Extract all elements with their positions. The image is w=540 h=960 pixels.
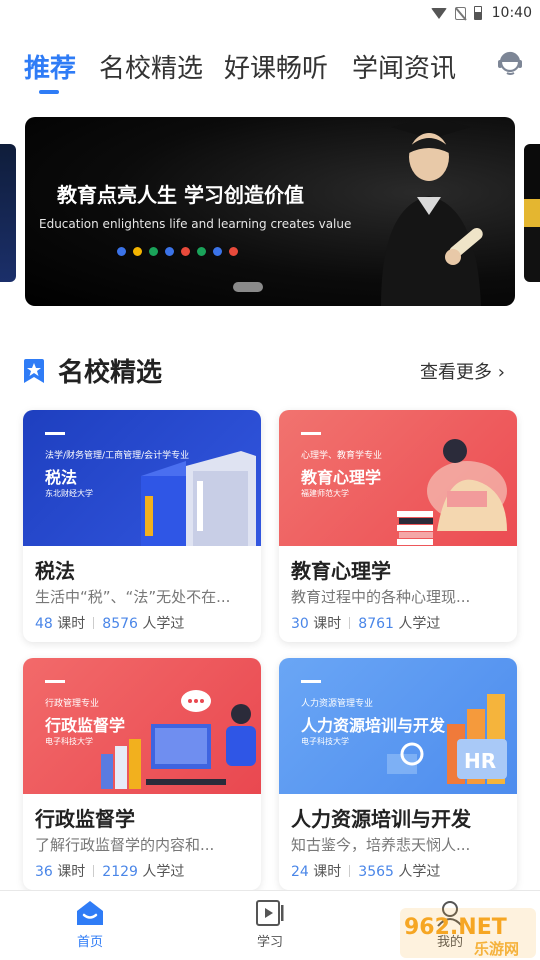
nav-home[interactable]: 首页	[50, 899, 130, 950]
battery-icon	[473, 6, 482, 20]
tab-recommend[interactable]: 推荐	[24, 48, 76, 85]
books-illustration	[141, 451, 256, 546]
logo-dot	[197, 247, 206, 256]
learner-unit: 人学过	[398, 864, 441, 880]
cover-title: 教育心理学	[301, 468, 382, 487]
logo-dot	[213, 247, 222, 256]
office-worker-illustration	[101, 690, 256, 789]
course-title: 教育心理学	[291, 559, 391, 583]
cover-accent-bar	[301, 432, 321, 435]
graduate-photo	[381, 117, 483, 306]
course-cover: 人力资源管理专业 人力资源培训与开发 电子科技大学 HR	[279, 658, 517, 794]
tab-famous-schools[interactable]: 名校精选	[99, 48, 203, 85]
course-stats: 36 课时 2129 人学过	[35, 861, 184, 881]
course-cover: 心理学、教育学专业 教育心理学 福建师范大学	[279, 410, 517, 546]
learner-count: 3565	[358, 864, 394, 880]
cover-accent-bar	[301, 680, 321, 683]
course-grid: 法学/财务管理/工商管理/会计学专业 税法 东北财经大学 税法 生活中“税”、“…	[0, 404, 540, 890]
lesson-count: 48	[35, 616, 53, 632]
nav-study[interactable]: 学习	[230, 899, 310, 950]
nav-study-label: 学习	[256, 935, 283, 950]
site-watermark: 962.NET 乐游网	[400, 908, 536, 958]
learner-count: 8576	[102, 616, 138, 632]
lesson-unit: 课时	[57, 616, 86, 632]
cover-school: 福建师范大学	[301, 489, 349, 498]
next-banner-peek[interactable]	[524, 144, 540, 282]
logo-dot	[149, 247, 158, 256]
status-time: 10:40	[491, 5, 532, 21]
famous-schools-section-header: 名校精选 查看更多 ›	[0, 324, 540, 404]
logo-dot	[165, 247, 174, 256]
course-card[interactable]: 法学/财务管理/工商管理/会计学专业 税法 东北财经大学 税法 生活中“税”、“…	[23, 410, 261, 642]
user-headset-icon[interactable]	[495, 48, 525, 78]
prev-banner-peek[interactable]	[0, 144, 16, 282]
watermark-main: 962.NET	[404, 915, 507, 940]
status-bar: 10:40	[0, 0, 540, 26]
top-nav: 推荐 名校精选 好课畅听 学闻资讯	[0, 26, 540, 108]
course-card[interactable]: 心理学、教育学专业 教育心理学 福建师范大学 教育心理学 教育过程中的各种心理现…	[279, 410, 517, 642]
cover-school: 电子科技大学	[45, 737, 93, 746]
bookmark-star-icon	[24, 359, 44, 383]
cover-school: 东北财经大学	[45, 489, 93, 498]
course-stats: 24 课时 3565 人学过	[291, 861, 440, 881]
lesson-count: 30	[291, 616, 309, 632]
tab-news[interactable]: 学闻资讯	[352, 48, 456, 85]
logo-dot	[133, 247, 142, 256]
tab-good-courses[interactable]: 好课畅听	[224, 48, 328, 85]
hr-blocks-illustration: HR	[387, 694, 507, 784]
logo-dot	[229, 247, 238, 256]
course-cover: 行政管理专业 行政监督学 电子科技大学	[23, 658, 261, 794]
home-icon	[77, 901, 103, 925]
course-cover: 法学/财务管理/工商管理/会计学专业 税法 东北财经大学	[23, 410, 261, 546]
cover-school: 电子科技大学	[301, 737, 349, 746]
course-description: 生活中“税”、“法”无处不在...	[35, 588, 231, 606]
lesson-unit: 课时	[57, 864, 86, 880]
learner-count: 8761	[358, 616, 394, 632]
no-sim-icon	[454, 6, 466, 20]
lesson-unit: 课时	[313, 616, 342, 632]
view-more-link[interactable]: 查看更多 ›	[420, 358, 505, 384]
video-play-icon	[256, 900, 284, 926]
course-stats: 30 课时 8761 人学过	[291, 613, 440, 633]
active-tab-indicator	[39, 90, 59, 94]
nav-home-label: 首页	[76, 935, 103, 950]
wifi-icon	[430, 7, 447, 19]
learner-unit: 人学过	[142, 864, 185, 880]
lesson-count: 36	[35, 864, 53, 880]
learner-count: 2129	[102, 864, 138, 880]
banner-subtitle: Education enlightens life and learning c…	[39, 217, 352, 231]
course-description: 教育过程中的各种心理现...	[291, 588, 471, 606]
logo-dot	[117, 247, 126, 256]
banner-logo-dots	[117, 247, 238, 256]
svg-text:HR: HR	[464, 749, 496, 773]
logo-dot	[181, 247, 190, 256]
banner-title: 教育点亮人生 学习创造价值	[57, 183, 304, 207]
course-card[interactable]: 行政管理专业 行政监督学 电子科技大学 行政监督学 了解行政监督学的内容和...…	[23, 658, 261, 890]
course-description: 了解行政监督学的内容和...	[35, 836, 215, 854]
reading-girl-illustration	[397, 439, 507, 545]
lesson-count: 24	[291, 864, 309, 880]
learner-unit: 人学过	[398, 616, 441, 632]
cover-majors: 心理学、教育学专业	[301, 451, 383, 461]
course-title: 人力资源培训与开发	[291, 807, 471, 831]
section-title: 名校精选	[58, 358, 163, 388]
lesson-unit: 课时	[313, 864, 342, 880]
cover-accent-bar	[45, 432, 65, 435]
learner-unit: 人学过	[142, 616, 185, 632]
cover-title: 税法	[45, 468, 78, 487]
watermark-sub: 乐游网	[474, 940, 519, 958]
course-title: 税法	[35, 559, 75, 583]
course-description: 知古鉴今，培养悲天悯人...	[291, 836, 471, 854]
banner-carousel[interactable]: 教育点亮人生 学习创造价值 Education enlightens life …	[0, 108, 540, 324]
course-title: 行政监督学	[35, 807, 135, 831]
carousel-indicator	[233, 282, 263, 292]
course-card[interactable]: 人力资源管理专业 人力资源培训与开发 电子科技大学 HR 人力资源培训与开发 知…	[279, 658, 517, 890]
course-stats: 48 课时 8576 人学过	[35, 613, 184, 633]
cover-majors: 人力资源管理专业	[301, 699, 374, 709]
cover-accent-bar	[45, 680, 65, 683]
banner-slide[interactable]: 教育点亮人生 学习创造价值 Education enlightens life …	[25, 117, 515, 306]
